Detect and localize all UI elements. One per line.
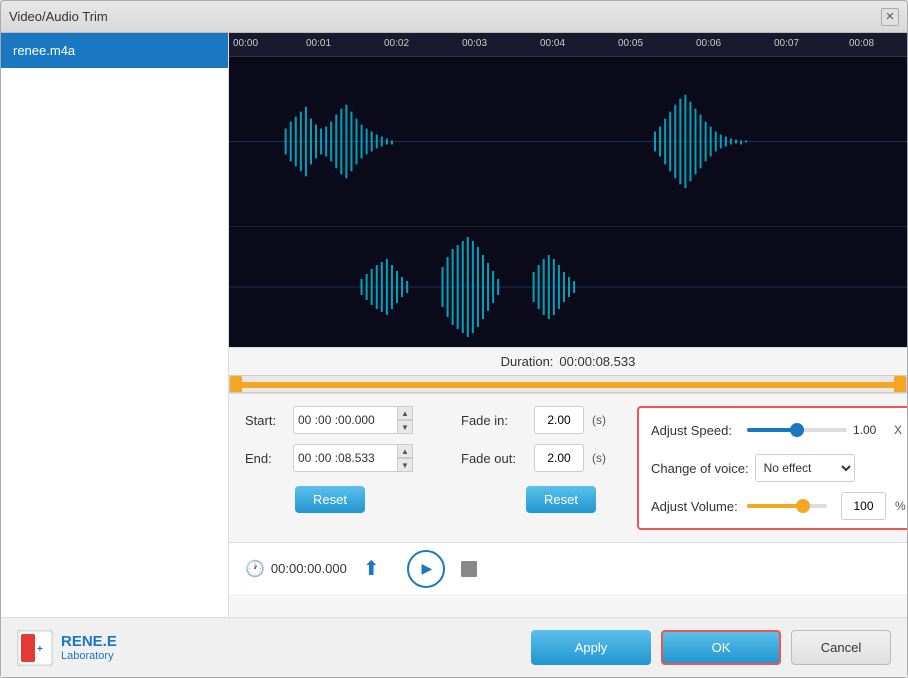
tick-8: 00:08 <box>849 38 874 49</box>
footer-buttons: Apply OK Cancel <box>531 630 891 665</box>
speed-slider-track[interactable] <box>747 428 847 432</box>
speed-unit: X <box>894 423 902 437</box>
controls-left: Start: ▲ ▼ End: <box>245 406 445 530</box>
start-down-btn[interactable]: ▼ <box>397 420 413 434</box>
voice-row: Change of voice: No effect Male Female R… <box>651 454 907 482</box>
waveform-upper[interactable] <box>229 57 907 227</box>
right-panel: 00:00 00:01 00:02 00:03 00:04 00:05 00:0… <box>229 33 907 617</box>
reset-row-2: Reset <box>461 482 621 513</box>
brand-icon: + <box>17 630 53 666</box>
start-input[interactable] <box>293 406 398 434</box>
waveform-area: 00:00 00:01 00:02 00:03 00:04 00:05 00:0… <box>229 33 907 393</box>
tick-3: 00:03 <box>462 38 487 49</box>
ok-button[interactable]: OK <box>661 630 781 665</box>
speed-row: Adjust Speed: 1.00 X ▶ <box>651 416 907 444</box>
playback-bar: 🕐 00:00:00.000 ⬆ ▶ <box>229 542 907 594</box>
end-input[interactable] <box>293 444 398 472</box>
end-input-wrapper: ▲ ▼ <box>293 444 413 472</box>
play-main-icon: ▶ <box>421 560 432 577</box>
volume-row: Adjust Volume: % <box>651 492 907 520</box>
timeline-ruler: 00:00 00:01 00:02 00:03 00:04 00:05 00:0… <box>229 33 907 57</box>
stop-button[interactable] <box>461 561 477 577</box>
fade-out-label: Fade out: <box>461 451 526 466</box>
brand-text: RENE.E Laboratory <box>61 633 117 662</box>
duration-value: 00:00:08.533 <box>559 354 635 369</box>
volume-slider-track[interactable] <box>747 504 827 508</box>
reset-button-1[interactable]: Reset <box>295 486 365 513</box>
trim-range <box>230 382 906 388</box>
end-row: End: ▲ ▼ <box>245 444 445 472</box>
main-window: Video/Audio Trim ✕ renee.m4a 00:00 00:01… <box>0 0 908 678</box>
playback-time-value: 00:00:00.000 <box>271 561 347 576</box>
waveform-upper-svg <box>229 57 907 226</box>
main-content: renee.m4a 00:00 00:01 00:02 00:03 00:04 … <box>1 33 907 617</box>
cancel-button[interactable]: Cancel <box>791 630 891 665</box>
volume-unit: % <box>895 499 906 513</box>
voice-select[interactable]: No effect Male Female Robot <box>755 454 855 482</box>
end-down-btn[interactable]: ▼ <box>397 458 413 472</box>
end-label: End: <box>245 451 285 466</box>
controls-middle: Fade in: (s) Fade out: (s) Reset <box>461 406 621 530</box>
speed-label: Adjust Speed: <box>651 423 741 438</box>
fade-in-unit: (s) <box>592 413 606 427</box>
footer: + RENE.E Laboratory Apply OK Cancel <box>1 617 907 677</box>
reset-button-2[interactable]: Reset <box>526 486 596 513</box>
start-up-btn[interactable]: ▲ <box>397 406 413 420</box>
start-spinners: ▲ ▼ <box>397 406 413 434</box>
play-main-button[interactable]: ▶ <box>407 550 445 588</box>
tick-1: 00:01 <box>306 38 331 49</box>
tick-7: 00:07 <box>774 38 799 49</box>
brand-logo: + RENE.E Laboratory <box>17 630 117 666</box>
window-title: Video/Audio Trim <box>9 9 108 24</box>
playback-time: 🕐 00:00:00.000 <box>245 559 347 579</box>
fade-out-unit: (s) <box>592 451 606 465</box>
tick-0: 00:00 <box>233 38 258 49</box>
waveform-lower[interactable] <box>229 227 907 347</box>
reset-row-1: Reset <box>245 482 445 513</box>
start-input-wrapper: ▲ ▼ <box>293 406 413 434</box>
trim-slider[interactable] <box>229 375 907 393</box>
volume-label: Adjust Volume: <box>651 499 741 514</box>
start-row: Start: ▲ ▼ <box>245 406 445 434</box>
brand-subtitle: Laboratory <box>61 650 117 662</box>
fade-in-label: Fade in: <box>461 413 526 428</box>
controls-right: Adjust Speed: 1.00 X ▶ Change of v <box>637 406 907 530</box>
speed-slider-thumb[interactable] <box>790 423 804 437</box>
fade-in-input[interactable] <box>534 406 584 434</box>
speed-value: 1.00 <box>853 423 888 437</box>
end-up-btn[interactable]: ▲ <box>397 444 413 458</box>
brand-name: RENE.E <box>61 633 117 650</box>
sidebar-file-item[interactable]: renee.m4a <box>1 33 228 68</box>
tick-4: 00:04 <box>540 38 565 49</box>
volume-slider-fill <box>747 504 803 508</box>
tick-5: 00:05 <box>618 38 643 49</box>
end-spinners: ▲ ▼ <box>397 444 413 472</box>
controls-area: Start: ▲ ▼ End: <box>229 393 907 542</box>
close-button[interactable]: ✕ <box>881 8 899 26</box>
volume-input[interactable] <box>841 492 886 520</box>
sidebar: renee.m4a <box>1 33 229 617</box>
tick-2: 00:02 <box>384 38 409 49</box>
duration-label: Duration: <box>501 354 554 369</box>
tick-6: 00:06 <box>696 38 721 49</box>
start-label: Start: <box>245 413 285 428</box>
fade-in-row: Fade in: (s) <box>461 406 621 434</box>
trim-handle-left[interactable] <box>230 376 242 393</box>
export-icon: ⬆ <box>363 556 380 581</box>
volume-slider-thumb[interactable] <box>796 499 810 513</box>
apply-button[interactable]: Apply <box>531 630 651 665</box>
export-button[interactable]: ⬆ <box>363 555 391 583</box>
duration-bar: Duration: 00:00:08.533 <box>229 347 907 375</box>
clock-icon: 🕐 <box>245 559 265 579</box>
svg-text:+: + <box>37 644 43 655</box>
waveform-lower-svg <box>229 227 907 347</box>
title-bar: Video/Audio Trim ✕ <box>1 1 907 33</box>
voice-label: Change of voice: <box>651 461 749 476</box>
fade-out-row: Fade out: (s) <box>461 444 621 472</box>
trim-handle-right[interactable] <box>894 376 906 393</box>
fade-out-input[interactable] <box>534 444 584 472</box>
